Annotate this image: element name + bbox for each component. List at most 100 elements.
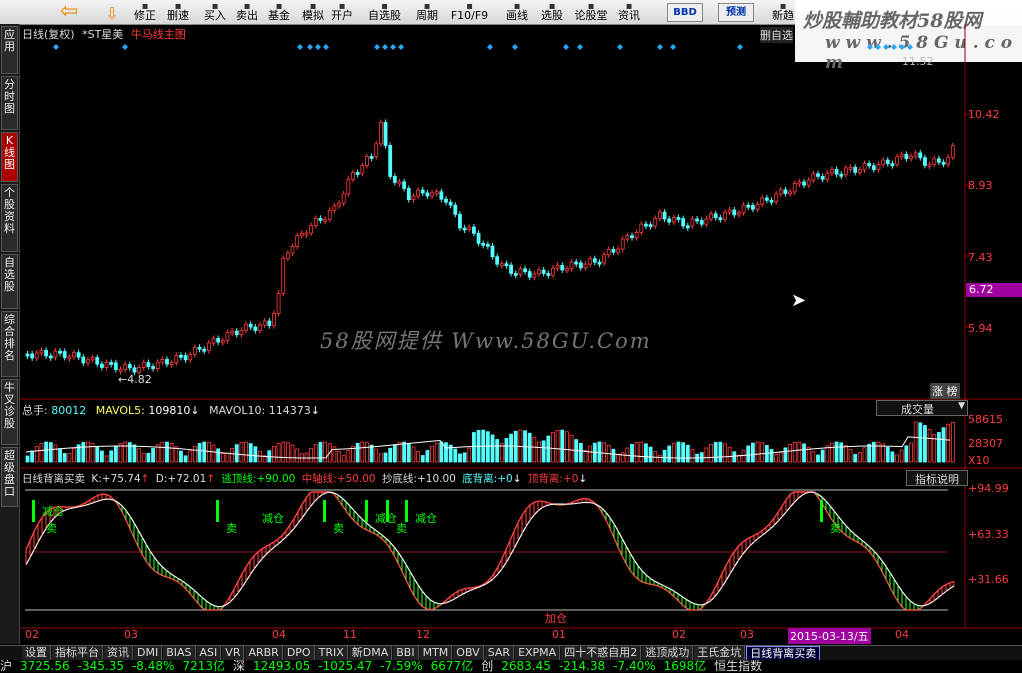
toolbar-icon: ▪ xyxy=(381,1,388,12)
volume-bar xyxy=(569,434,574,463)
indicator-tab-5[interactable]: ASI xyxy=(196,646,222,660)
indicator-tab-2[interactable]: 资讯 xyxy=(104,646,133,660)
signal-diamond xyxy=(390,44,396,50)
ticker-item: -7.40% xyxy=(613,660,656,673)
indicator-tab-8[interactable]: DPO xyxy=(283,646,315,660)
indicator-name[interactable]: 日线背离买卖 xyxy=(22,473,85,485)
side-tab-1[interactable]: 分时图 xyxy=(1,76,18,130)
volume-bar xyxy=(830,442,834,463)
volume-bar xyxy=(313,444,318,463)
volume-bar xyxy=(937,431,941,463)
candle-body xyxy=(220,340,225,344)
toolbar-button-1[interactable]: ▪ 删速 xyxy=(163,2,193,23)
volume-bar xyxy=(704,447,709,463)
candle-body xyxy=(337,202,341,207)
candle-body xyxy=(583,263,588,269)
side-tab-4[interactable]: 自选股 xyxy=(1,254,18,309)
volume-bar xyxy=(281,441,286,463)
toolbar-button-0[interactable]: ▪ 修正 xyxy=(130,2,160,23)
indicator-tab-3[interactable]: DMI xyxy=(134,646,163,660)
indicator-tab-14[interactable]: SAR xyxy=(484,646,515,660)
volume-bar xyxy=(253,446,258,463)
indicator-tab-15[interactable]: EXPMA xyxy=(515,646,561,660)
indicator-tab-9[interactable]: TRIX xyxy=(315,646,348,660)
volume-bar xyxy=(690,448,695,463)
toolbar-box-1[interactable]: 预测 xyxy=(718,3,754,22)
chevron-down-icon[interactable]: ▼ xyxy=(958,401,965,411)
toolbar-button-3[interactable]: ▪ 卖出 xyxy=(232,2,262,23)
volume-bar xyxy=(86,441,90,463)
toolbar-button-7[interactable]: ▪ 自选股 xyxy=(362,1,407,23)
volume-ma5-label: MAVOL5: xyxy=(95,404,145,417)
volume-bar xyxy=(62,453,67,463)
volume-axis-1: 58615 xyxy=(968,413,1003,426)
indicator-tab-16[interactable]: 四十不惑自用2 xyxy=(561,646,642,660)
indicator-help-button[interactable]: 指标说明 xyxy=(906,470,968,486)
toolbar-button-5[interactable]: ▪ 模拟 xyxy=(298,2,328,23)
candle-body xyxy=(806,179,811,186)
side-tab-5[interactable]: 综合排名 xyxy=(1,311,18,377)
signal-diamond xyxy=(323,44,329,50)
candle-body xyxy=(388,145,393,177)
toolbar-button-13[interactable]: ▪ 资讯 xyxy=(614,2,644,23)
indicator-tab-13[interactable]: OBV xyxy=(453,646,484,660)
candle-body xyxy=(555,264,560,269)
signal-label: 加仓 xyxy=(545,612,567,625)
time-axis-label: 03 xyxy=(124,628,138,641)
candle-body xyxy=(318,217,323,221)
ticker-item: 1698亿 xyxy=(663,660,707,673)
back-arrow-icon[interactable]: ⇦ xyxy=(60,1,90,23)
candle-body xyxy=(234,330,239,336)
indicator-tab-1[interactable]: 指标平台 xyxy=(52,646,103,660)
volume-bar xyxy=(839,442,844,463)
toolbar-button-11[interactable]: ▪ 选股 xyxy=(537,2,567,23)
side-tab-3[interactable]: 个股资料 xyxy=(1,184,18,252)
candle-body xyxy=(574,261,579,265)
toolbar-button-4[interactable]: ▪ 基金 xyxy=(264,2,294,23)
down-arrow-icon[interactable]: ⇩ xyxy=(100,2,124,23)
volume-bar xyxy=(588,445,593,463)
toolbar-button-12[interactable]: ▪ 论股堂 xyxy=(571,2,611,23)
toolbar-button-9[interactable]: ▪ F10/F9 xyxy=(447,2,492,23)
remove-favorite-button[interactable]: 删自选 xyxy=(760,27,793,43)
indicator-tab-18[interactable]: 王氏金坑 xyxy=(694,646,746,660)
toolbar-box-0[interactable]: BBD xyxy=(667,3,703,22)
indicator-tab-12[interactable]: MTM xyxy=(419,646,453,660)
indicator-axis-3: +31.66 xyxy=(968,573,1009,586)
toolbar-button-6[interactable]: ▪ 开户 xyxy=(327,2,357,23)
indicator-tab-0[interactable]: 设置 xyxy=(22,646,51,660)
main-indicator-name[interactable]: 牛马线主图 xyxy=(131,28,186,41)
volume-selector[interactable]: 成交量 ▼ xyxy=(876,400,968,416)
volume-bar xyxy=(774,453,779,463)
indicator-tab-6[interactable]: VR xyxy=(222,646,245,660)
candle-body xyxy=(918,152,923,159)
volume-bar xyxy=(151,448,155,463)
signal-diamond xyxy=(907,44,913,50)
side-tab-6[interactable]: 牛叉诊股 xyxy=(1,379,18,445)
volume-bar xyxy=(551,432,555,463)
indicator-tab-10[interactable]: 新DMA xyxy=(348,646,393,660)
candle-body xyxy=(695,218,699,222)
indicator-tab-bar: 设置 指标平台 资讯 DMI BIAS ASI VR ARBR DPO TRIX 新DMA BBI MT… xyxy=(0,645,1022,662)
volume-bar xyxy=(234,444,239,463)
candle-body xyxy=(113,362,118,370)
toolbar-button-14[interactable]: ▪ 新趋 xyxy=(768,2,798,23)
indicator-tab-11[interactable]: BBI xyxy=(393,646,419,660)
volume-bar xyxy=(188,450,193,463)
d-value: +72.01 xyxy=(167,473,207,485)
side-tab-0[interactable]: 应用 xyxy=(1,26,18,74)
candle-body xyxy=(737,212,741,216)
side-tab-7[interactable]: 超级盘口 xyxy=(1,447,18,507)
candle-body xyxy=(616,248,620,253)
indicator-tab-4[interactable]: BIAS xyxy=(163,646,196,660)
volume-bar xyxy=(34,446,39,463)
toolbar-button-8[interactable]: ▪ 周期 xyxy=(412,2,442,23)
toolbar-button-2[interactable]: ▪ 买入 xyxy=(200,2,230,23)
limit-up-badge[interactable]: 涨 榜 xyxy=(930,383,960,399)
side-tab-2[interactable]: K线图 xyxy=(1,132,18,182)
volume-bar xyxy=(746,445,751,463)
indicator-tab-17[interactable]: 逃顶成功 xyxy=(642,646,694,660)
indicator-tab-7[interactable]: ARBR xyxy=(245,646,283,660)
toolbar-button-10[interactable]: ▪ 画线 xyxy=(502,2,532,23)
volume-bar xyxy=(39,443,44,463)
